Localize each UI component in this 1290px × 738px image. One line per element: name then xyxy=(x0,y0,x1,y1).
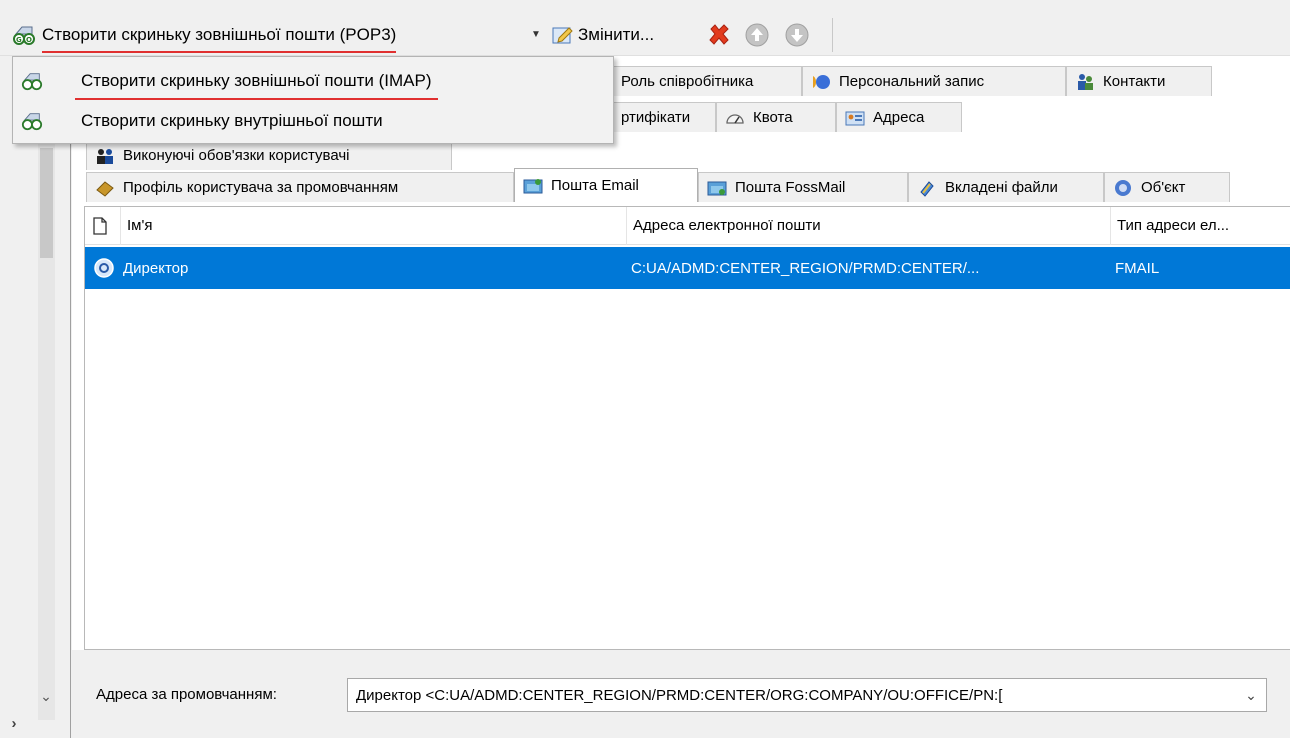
object-icon xyxy=(1115,179,1131,196)
row-name: Директор xyxy=(123,259,189,277)
svg-text:O: O xyxy=(26,36,32,44)
create-mailbox-menu: Створити скриньку зовнішньої пошти (IMAP… xyxy=(12,56,614,144)
row-address: C:UA/ADMD:CENTER_REGION/PRMD:CENTER/... xyxy=(631,259,980,277)
tab-label: Вкладені файли xyxy=(945,179,1058,196)
chevron-down-icon[interactable]: ⌄ xyxy=(1236,679,1266,711)
edit-icon xyxy=(552,27,573,44)
menu-item-label: Створити скриньку зовнішньої пошти (IMAP… xyxy=(75,71,438,100)
tab-personal-record[interactable]: Персональний запис xyxy=(802,66,1066,96)
table-row[interactable]: Директор C:UA/ADMD:CENTER_REGION/PRMD:CE… xyxy=(85,247,1290,289)
tab-attachments[interactable]: Вкладені файли xyxy=(908,172,1104,202)
move-down-icon[interactable] xyxy=(784,22,810,48)
tab-label: Роль співробітника xyxy=(621,73,754,90)
column-header-address[interactable]: Адреса електронної пошти xyxy=(627,207,1111,245)
column-header-type[interactable]: Тип адреси ел... xyxy=(1111,207,1290,245)
profile-icon xyxy=(96,180,114,197)
users-icon xyxy=(97,148,113,164)
tab-fossmail[interactable]: Пошта FossMail xyxy=(698,172,908,202)
tab-label: Адреса xyxy=(873,109,925,126)
column-header-name[interactable]: Ім'я xyxy=(121,207,627,245)
tab-email[interactable]: Пошта Email xyxy=(514,168,698,202)
tab-object[interactable]: Об'єкт xyxy=(1104,172,1230,202)
address-card-icon xyxy=(845,111,865,125)
toolbar: G O Створити скриньку зовнішньої пошти (… xyxy=(0,0,1290,56)
email-at-icon xyxy=(94,258,114,278)
svg-text:G: G xyxy=(16,36,22,44)
tab-acting-users[interactable]: Виконуючі обов'язки користувачі xyxy=(86,140,452,170)
delete-icon[interactable] xyxy=(706,22,732,48)
toolbar-separator xyxy=(832,18,833,52)
default-address-label: Адреса за промовчанням: xyxy=(96,686,277,703)
mailbox-link-icon xyxy=(21,113,43,131)
tab-label: Квота xyxy=(753,109,793,126)
mailbox-link-icon: G O xyxy=(13,26,35,45)
tab-address[interactable]: Адреса xyxy=(836,102,962,132)
paperclip-icon xyxy=(920,180,934,197)
gutter-divider xyxy=(70,130,71,738)
create-pop3-button[interactable]: G O Створити скриньку зовнішньої пошти (… xyxy=(12,20,397,53)
list-header: Ім'я Адреса електронної пошти Тип адреси… xyxy=(85,207,1290,245)
edit-label: Змінити... xyxy=(578,25,655,44)
dropdown-arrow-icon[interactable]: ▼ xyxy=(528,22,544,48)
menu-item-create-internal[interactable]: Створити скриньку внутрішньої пошти xyxy=(13,101,613,141)
tab-quota[interactable]: Квота xyxy=(716,102,836,132)
default-address-panel: Адреса за промовчанням: Директор <C:UA/A… xyxy=(72,650,1290,738)
menu-item-label: Створити скриньку внутрішньої пошти xyxy=(81,111,383,130)
tab-label: Виконуючі обов'язки користувачі xyxy=(123,147,350,164)
edit-button[interactable]: Змінити... xyxy=(552,22,654,48)
contacts-icon xyxy=(1078,73,1093,90)
tab-label: Персональний запис xyxy=(839,73,985,90)
email-list[interactable]: Ім'я Адреса електронної пошти Тип адреси… xyxy=(84,206,1290,650)
fossmail-icon xyxy=(707,181,727,195)
document-icon xyxy=(93,217,107,235)
gauge-icon xyxy=(726,113,744,124)
mailbox-link-icon xyxy=(21,73,43,91)
default-address-combo[interactable]: Директор <C:UA/ADMD:CENTER_REGION/PRMD:C… xyxy=(347,678,1267,712)
tab-label: Профіль користувача за промовчанням xyxy=(123,179,399,196)
tab-employee-role[interactable]: Роль співробітника xyxy=(612,66,802,96)
tab-label: Пошта Email xyxy=(551,177,639,194)
create-pop3-label: Створити скриньку зовнішньої пошти (POP3… xyxy=(42,25,397,53)
chevron-right-icon[interactable]: › xyxy=(4,714,24,734)
move-up-icon[interactable] xyxy=(744,22,770,48)
tab-contacts[interactable]: Контакти xyxy=(1066,66,1212,96)
scrollbar-thumb[interactable] xyxy=(40,148,53,258)
tab-label: Контакти xyxy=(1103,73,1166,90)
tab-label: ртифікати xyxy=(621,109,691,126)
row-type: FMAIL xyxy=(1115,259,1160,277)
tab-certificates[interactable]: ртифікати xyxy=(612,102,716,132)
tab-label: Об'єкт xyxy=(1141,179,1186,196)
chevron-down-icon[interactable]: ⌄ xyxy=(36,686,56,706)
column-icon-header[interactable] xyxy=(85,207,121,245)
default-address-value: Директор <C:UA/ADMD:CENTER_REGION/PRMD:C… xyxy=(356,686,1003,704)
menu-item-create-imap[interactable]: Створити скриньку зовнішньої пошти (IMAP… xyxy=(13,61,613,101)
tab-label: Пошта FossMail xyxy=(735,179,846,196)
person-icon xyxy=(813,74,830,89)
tab-default-user-profile[interactable]: Профіль користувача за промовчанням xyxy=(86,172,514,202)
email-icon xyxy=(523,178,543,193)
